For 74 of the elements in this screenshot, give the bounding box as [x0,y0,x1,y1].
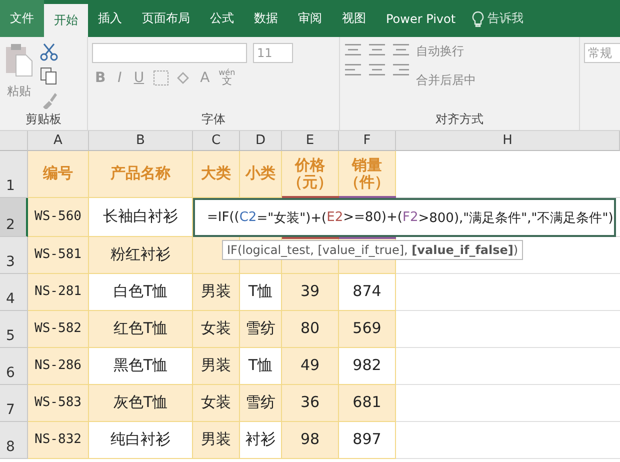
table-cell: NS-286 [28,348,89,385]
wrap-text-button[interactable]: 自动换行 [416,43,464,60]
row-header[interactable]: 3 [0,237,28,274]
row-header[interactable]: 4 [0,274,28,311]
table-cell: 男装 [193,274,240,311]
row-header[interactable]: 7 [0,385,28,422]
header-cell: 小类 [240,151,282,198]
table-cell: T恤 [240,348,282,385]
table-cell: WS-583 [28,385,89,422]
header-cell: 产品名称 [89,151,193,198]
table-cell: NS-281 [28,274,89,311]
merge-center-button[interactable]: 合并后居中 [416,72,476,89]
column-header[interactable]: A [28,131,89,151]
table-cell: 纯白衬衫 [89,422,193,459]
tell-me-field[interactable]: 告诉我 [488,10,524,27]
header-cell: 价格（元） [282,151,339,198]
column-header[interactable]: C [193,131,240,151]
cell-editor[interactable]: =IF((C2="女装")+(E2>=80)+(F2>800),"满足条件","不满足条件") [193,198,616,237]
table-cell: 39 [282,274,339,311]
file-tab[interactable]: 文件 [0,0,44,37]
function-tooltip: IF(logical_test, [value_if_true], [value_if_false]) [222,240,524,260]
table-cell: 衬衫 [240,422,282,459]
column-header[interactable]: F [339,131,396,151]
table-cell: 黑色T恤 [89,348,193,385]
table-cell: 569 [339,311,396,348]
group-label: 剪贴板 [24,111,62,128]
table-cell: WS-581 [28,237,89,274]
table-cell: T恤 [240,274,282,311]
table-cell: WS-560 [28,198,89,237]
ribbon-tab[interactable]: 审阅 [288,0,332,37]
table-cell: 雪纺 [240,385,282,422]
table-cell: 雪纺 [240,311,282,348]
row-header[interactable]: 5 [0,311,28,348]
paste-button[interactable]: 粘贴 [7,83,31,100]
header-cell: 大类 [193,151,240,198]
ribbon-tab[interactable]: 插入 [88,0,132,37]
table-cell: 红色T恤 [89,311,193,348]
table-cell: 36 [282,385,339,422]
table-cell: 粉红衬衫 [89,237,193,274]
column-header[interactable]: B [89,131,193,151]
column-header[interactable]: H [396,131,620,151]
row-header[interactable]: 6 [0,348,28,385]
table-cell: 男装 [193,422,240,459]
ribbon-tab[interactable]: Power Pivot [376,0,466,37]
row-header[interactable]: 1 [0,151,28,198]
table-cell: 长袖白衬衫 [89,198,193,237]
table-cell: 男装 [193,348,240,385]
ribbon-tab[interactable]: 开始 [44,4,88,37]
table-cell: 681 [339,385,396,422]
column-header[interactable]: D [240,131,282,151]
table-cell: 49 [282,348,339,385]
phonetic-button[interactable]: wén 文 [218,69,236,87]
ribbon-tab[interactable]: 公式 [200,0,244,37]
table-cell: WS-582 [28,311,89,348]
table-cell: 白色T恤 [89,274,193,311]
row-header[interactable]: 8 [0,422,28,459]
group-label: 字体 [200,111,226,128]
ribbon-tab[interactable]: 数据 [244,0,288,37]
table-cell: 897 [339,422,396,459]
ribbon-tab[interactable]: 页面布局 [132,0,200,37]
table-cell: 灰色T恤 [89,385,193,422]
ribbon-tab[interactable]: 视图 [332,0,376,37]
table-cell: 874 [339,274,396,311]
row-header[interactable]: 2 [0,198,28,237]
group-label: 对齐方式 [434,111,484,128]
table-cell: 982 [339,348,396,385]
header-cell: 编号 [28,151,89,198]
table-cell: 女装 [193,385,240,422]
table-cell: NS-832 [28,422,89,459]
table-cell: 80 [282,311,339,348]
table-cell: 98 [282,422,339,459]
header-cell: 销量（件） [339,151,396,198]
table-cell: 女装 [193,311,240,348]
column-header[interactable]: E [282,131,339,151]
